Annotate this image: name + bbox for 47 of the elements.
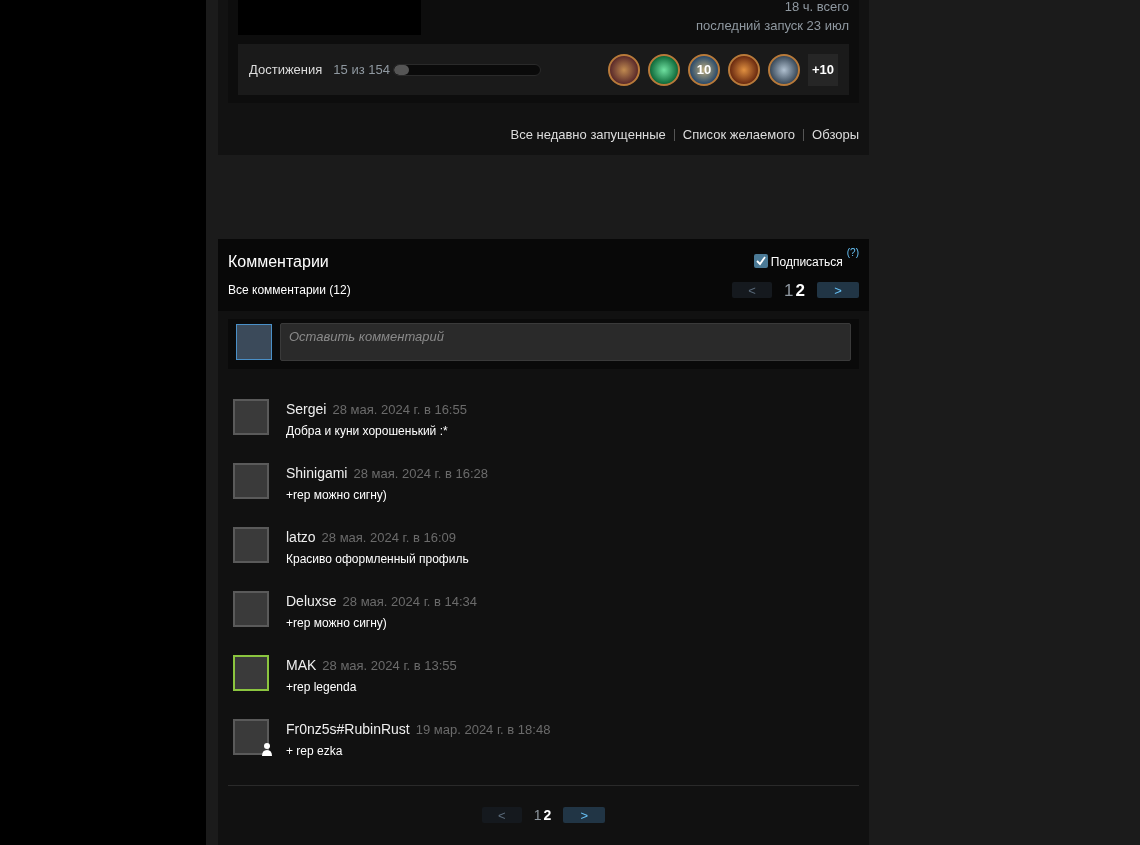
subscribe-checkbox[interactable] [753, 253, 768, 268]
comment-timestamp: 19 мар. 2024 г. в 18:48 [415, 720, 551, 739]
commenter-name[interactable]: Fr0nz5s#RubinRust [286, 718, 410, 740]
achievement-number: 10 [696, 60, 712, 79]
next-page-button[interactable]: > [563, 807, 606, 823]
comment-timestamp: 28 мая. 2024 г. в 14:34 [342, 592, 478, 611]
page-number[interactable]: 1 [784, 277, 794, 303]
profile-link[interactable]: Обзоры [812, 125, 859, 145]
comment-text: +rep legenda [286, 678, 358, 696]
page-number[interactable]: 2 [795, 277, 805, 303]
commenter-name[interactable]: Sergei [286, 398, 327, 420]
achievement-icon[interactable] [728, 53, 760, 86]
comment-text: +rep можно сигну) [286, 486, 388, 504]
subscribe-label[interactable]: Подписаться [770, 252, 843, 271]
checkmark-icon [755, 255, 766, 266]
comment-text: Красиво оформленный профиль [286, 550, 469, 568]
help-link[interactable]: (?) [846, 244, 859, 260]
commenter-name[interactable]: Shinigami [286, 462, 348, 484]
achievements-count: 15 из 154 [333, 60, 390, 79]
achievement-icon[interactable] [608, 53, 640, 86]
user-avatar[interactable] [236, 323, 272, 360]
comments-title: Комментарии [228, 251, 329, 272]
last-played: последний запуск 23 июл [696, 17, 849, 35]
comment-timestamp: 28 мая. 2024 г. в 13:55 [322, 656, 457, 675]
comment-text: + rep ezka [286, 742, 344, 760]
comment-timestamp: 28 мая. 2024 г. в 16:09 [321, 528, 457, 547]
achievement-icon[interactable] [648, 53, 680, 86]
page-number[interactable]: 1 [533, 804, 542, 826]
all-comments-link[interactable]: Все комментарии (12) [228, 281, 351, 300]
profile-link[interactable]: Список желаемого [682, 125, 796, 145]
comment-text: +rep можно сигну) [286, 614, 388, 632]
profile-link[interactable]: Все недавно запущенные [510, 125, 666, 145]
comment-timestamp: 28 мая. 2024 г. в 16:28 [353, 464, 488, 483]
achievement-icon[interactable] [768, 53, 800, 86]
playtime-total: 18 ч. всего [784, 0, 849, 16]
next-page-button[interactable]: > [817, 282, 859, 299]
comment-input[interactable]: Оставить комментарий [280, 322, 851, 361]
commenter-avatar[interactable] [233, 654, 269, 691]
commenter-name[interactable]: Deluxse [286, 590, 337, 612]
commenter-name[interactable]: latzo [286, 526, 316, 548]
page-number[interactable]: 2 [543, 804, 552, 826]
commenter-name[interactable]: MAK [286, 654, 317, 676]
achievements-label: Достижения [249, 60, 323, 79]
more-achievements-button[interactable]: +10 [808, 53, 838, 86]
commenter-avatar[interactable] [233, 718, 269, 755]
comment-timestamp: 28 мая. 2024 г. в 16:55 [332, 400, 467, 419]
comment-text: Добра и куни хорошенький :* [286, 422, 449, 440]
